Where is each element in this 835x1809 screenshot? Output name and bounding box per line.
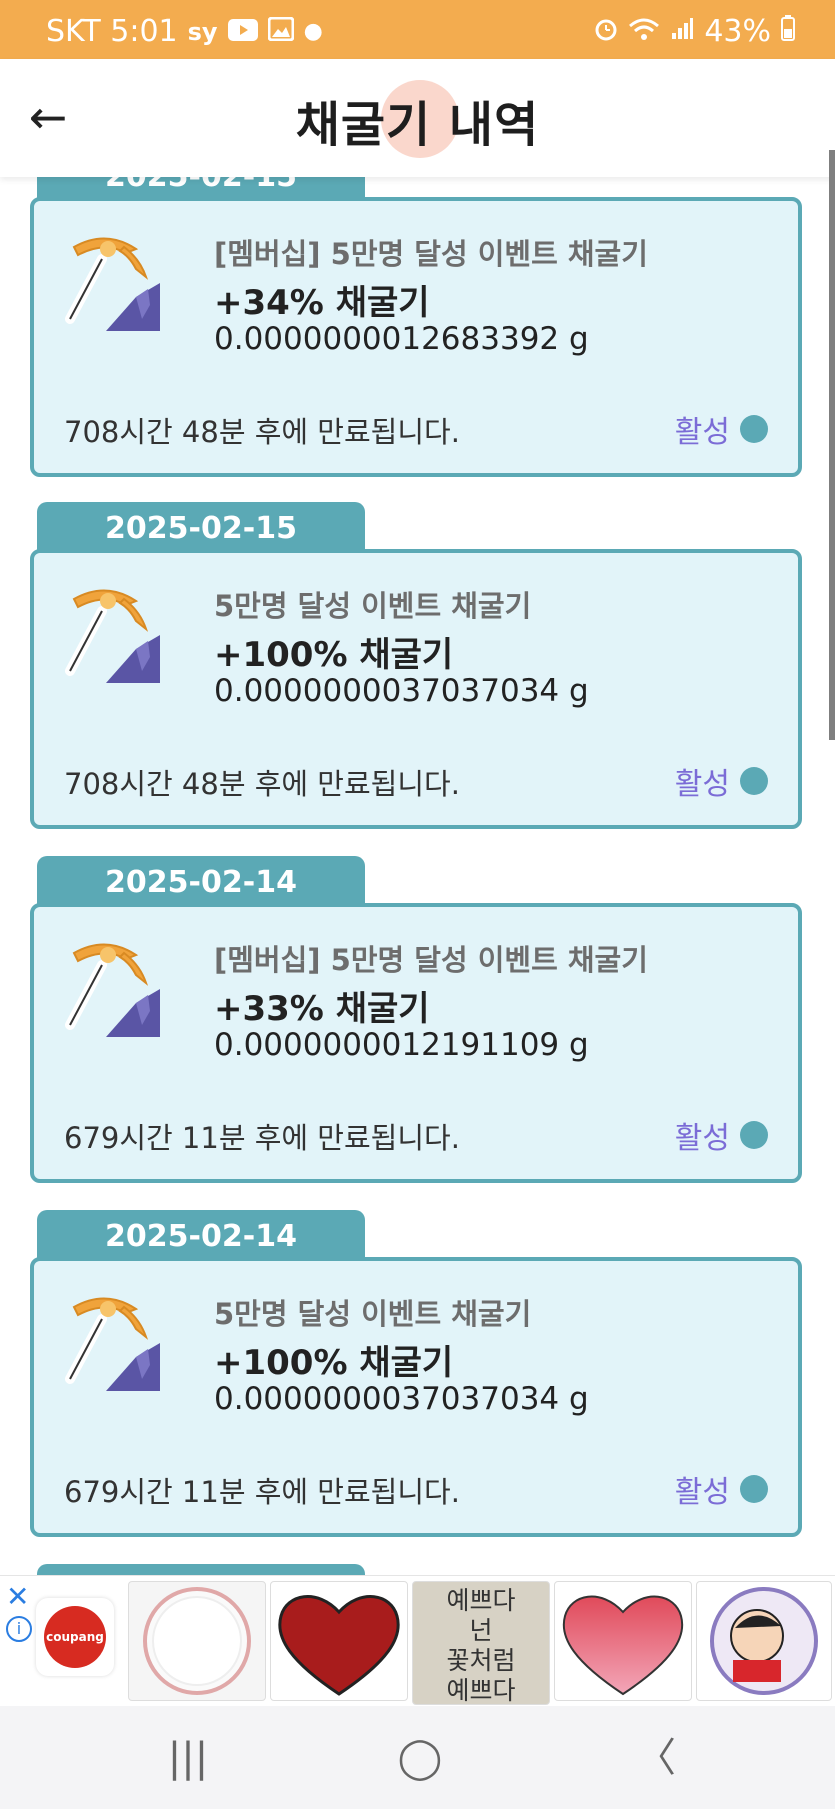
- entry-date: 2025-02-15 05:50:14: [37, 502, 365, 600]
- miner-card[interactable]: 5만명 달성 이벤트 채굴기 +100% 채굴기 0.0000000037037…: [30, 1257, 802, 1537]
- miner-card[interactable]: [멤버십] 5만명 달성 이벤트 채굴기 +34% 채굴기 0.00000000…: [30, 197, 802, 477]
- nav-back-icon: 〈: [636, 1735, 676, 1781]
- character-icon: [710, 1587, 818, 1695]
- miner-amount: 0.0000000037037034 g: [214, 673, 589, 709]
- scrollbar[interactable]: [829, 150, 835, 740]
- recent-apps-icon: |||: [167, 1735, 209, 1781]
- close-icon[interactable]: ✕: [6, 1580, 29, 1613]
- miner-status: 활성: [675, 1113, 768, 1157]
- miner-rate: +33% 채굴기: [214, 989, 430, 1029]
- ad-thumb-text[interactable]: 예쁘다 넌 꽃처럼 예쁘다: [412, 1581, 550, 1705]
- miner-history-list[interactable]: 2025-02-15 05:50:14 [멤버십] 5만명 달성 이벤트 채굴기…: [0, 0, 835, 1590]
- miner-name: [멤버십] 5만명 달성 이벤트 채굴기: [214, 943, 648, 977]
- miner-expiry: 708시간 48분 후에 만료됩니다.: [64, 767, 460, 801]
- pickaxe-icon: [64, 925, 190, 1051]
- miner-status: 활성: [675, 407, 768, 451]
- status-dot-icon: [740, 767, 768, 795]
- miner-rate: +34% 채굴기: [214, 283, 430, 323]
- status-dot-icon: [740, 415, 768, 443]
- home-button[interactable]: ◯: [390, 1733, 450, 1783]
- plate-icon: [143, 1587, 251, 1695]
- status-label: 활성: [674, 1475, 730, 1510]
- miner-amount: 0.0000000012683392 g: [214, 321, 589, 357]
- pickaxe-icon: [64, 219, 190, 345]
- status-dot-icon: [740, 1475, 768, 1503]
- entry-date: 2025-02-14 00:13:23: [37, 856, 365, 954]
- coupang-seal: coupang: [44, 1606, 106, 1668]
- miner-expiry: 679시간 11분 후에 만료됩니다.: [64, 1121, 460, 1155]
- miner-expiry: 708시간 48분 후에 만료됩니다.: [64, 415, 460, 449]
- heart-icon: [562, 1595, 684, 1696]
- app-header: ← 채굴기 내역: [0, 59, 835, 177]
- miner-card[interactable]: 5만명 달성 이벤트 채굴기 +100% 채굴기 0.0000000037037…: [30, 549, 802, 829]
- miner-amount: 0.0000000037037034 g: [214, 1381, 589, 1417]
- recent-apps-button[interactable]: |||: [158, 1733, 218, 1783]
- system-nav-bar: ||| ◯ 〈: [0, 1705, 835, 1809]
- miner-status: 활성: [675, 759, 768, 803]
- coupang-logo[interactable]: coupang: [36, 1598, 114, 1676]
- info-icon[interactable]: i: [6, 1616, 32, 1642]
- nav-back-button[interactable]: 〈: [626, 1733, 686, 1783]
- ad-thumb-character[interactable]: [696, 1581, 832, 1701]
- pickaxe-icon: [64, 1279, 190, 1405]
- miner-rate: +100% 채굴기: [214, 635, 454, 675]
- pickaxe-icon: [64, 571, 190, 697]
- status-label: 활성: [674, 415, 730, 450]
- ad-thumb-heart-pink[interactable]: [554, 1581, 692, 1701]
- entry-date: 2025-02-14 00:13:23: [37, 1210, 365, 1308]
- miner-name: 5만명 달성 이벤트 채굴기: [214, 589, 532, 623]
- miner-status: 활성: [675, 1467, 768, 1511]
- ad-banner[interactable]: ✕ i coupang 예쁘다 넌 꽃처럼 예쁘다: [0, 1575, 835, 1706]
- ad-thumb-caption: 예쁘다 넌 꽃처럼 예쁘다: [446, 1586, 516, 1705]
- status-label: 활성: [674, 767, 730, 802]
- status-dot-icon: [740, 1121, 768, 1149]
- status-label: 활성: [674, 1121, 730, 1156]
- miner-card[interactable]: [멤버십] 5만명 달성 이벤트 채굴기 +33% 채굴기 0.00000000…: [30, 903, 802, 1183]
- miner-name: [멤버십] 5만명 달성 이벤트 채굴기: [214, 237, 648, 271]
- heart-icon: [278, 1595, 400, 1696]
- miner-expiry: 679시간 11분 후에 만료됩니다.: [64, 1475, 460, 1509]
- miner-rate: +100% 채굴기: [214, 1343, 454, 1383]
- ad-thumb-plate[interactable]: [128, 1581, 266, 1701]
- home-icon: ◯: [397, 1735, 443, 1781]
- miner-amount: 0.0000000012191109 g: [214, 1027, 589, 1063]
- ad-thumb-heart-dark[interactable]: [270, 1581, 408, 1701]
- miner-name: 5만명 달성 이벤트 채굴기: [214, 1297, 532, 1331]
- page-title: 채굴기 내역: [295, 97, 540, 153]
